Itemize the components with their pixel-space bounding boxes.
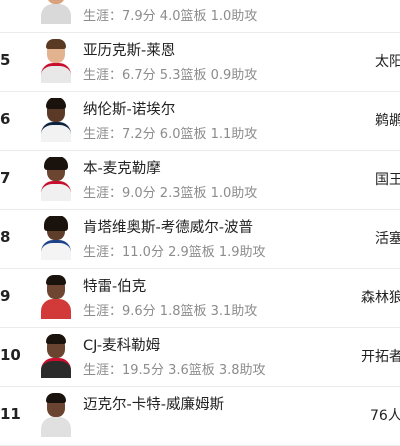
player-team: 活塞 [375,231,400,247]
player-row[interactable]: 11 迈克尔-卡特-威廉姆斯 76人 [0,387,400,446]
player-name: 肯塔维奥斯-考德威尔-波普 [83,220,253,236]
player-name: 纳伦斯-诺埃尔 [83,102,176,118]
rank-number: 8 [0,228,11,246]
rank-number: 10 [0,346,21,364]
player-name: 亚历克斯-莱恩 [83,43,176,59]
rank-number: 5 [0,51,11,69]
rank-number: 11 [0,405,21,423]
player-career-stats: 生涯：11.0分 2.9篮板 1.9助攻 [83,245,266,260]
rank-number: 6 [0,110,11,128]
player-row[interactable]: 8 肯塔维奥斯-考德威尔-波普 生涯：11.0分 2.9篮板 1.9助攻 活塞 [0,210,400,269]
player-career-stats: 生涯：19.5分 3.6篮板 3.8助攻 [83,363,266,378]
player-avatar [40,98,72,142]
rank-number: 9 [0,287,11,305]
player-row[interactable]: 10 CJ-麦科勒姆 生涯：19.5分 3.6篮板 3.8助攻 开拓者 [0,328,400,387]
player-avatar [40,0,72,24]
player-team: 开拓者 [361,349,400,365]
player-ranking-list: 生涯：7.9分 4.0篮板 1.0助攻 5 亚历克斯-莱恩 生涯：6.7分 5.… [0,0,400,446]
player-team: 76人 [370,408,400,424]
player-row[interactable]: 7 本-麦克勒摩 生涯：9.0分 2.3篮板 1.0助攻 国王 [0,151,400,210]
player-career-stats: 生涯：9.6分 1.8篮板 3.1助攻 [83,304,258,319]
player-team: 鹈鹕 [375,113,400,129]
player-row[interactable]: 5 亚历克斯-莱恩 生涯：6.7分 5.3篮板 0.9助攻 太阳 [0,33,400,92]
player-avatar [40,157,72,201]
rank-number: 7 [0,169,11,187]
player-name: 迈克尔-卡特-威廉姆斯 [83,397,224,413]
player-team: 国王 [375,172,400,188]
player-career-stats: 生涯：6.7分 5.3篮板 0.9助攻 [83,68,258,83]
player-team: 太阳 [375,54,400,70]
player-name: CJ-麦科勒姆 [83,338,161,354]
player-career-stats: 生涯：7.2分 6.0篮板 1.1助攻 [83,127,258,142]
player-team: 森林狼 [361,290,400,306]
player-career-stats: 生涯：9.0分 2.3篮板 1.0助攻 [83,186,258,201]
player-avatar [40,275,72,319]
player-avatar [40,216,72,260]
player-row[interactable]: 生涯：7.9分 4.0篮板 1.0助攻 [0,0,400,33]
player-career-stats: 生涯：7.9分 4.0篮板 1.0助攻 [83,9,258,24]
player-name: 本-麦克勒摩 [83,161,161,177]
player-avatar [40,334,72,378]
player-row[interactable]: 6 纳伦斯-诺埃尔 生涯：7.2分 6.0篮板 1.1助攻 鹈鹕 [0,92,400,151]
player-avatar [40,39,72,83]
player-row[interactable]: 9 特雷-伯克 生涯：9.6分 1.8篮板 3.1助攻 森林狼 [0,269,400,328]
player-name: 特雷-伯克 [83,279,147,295]
